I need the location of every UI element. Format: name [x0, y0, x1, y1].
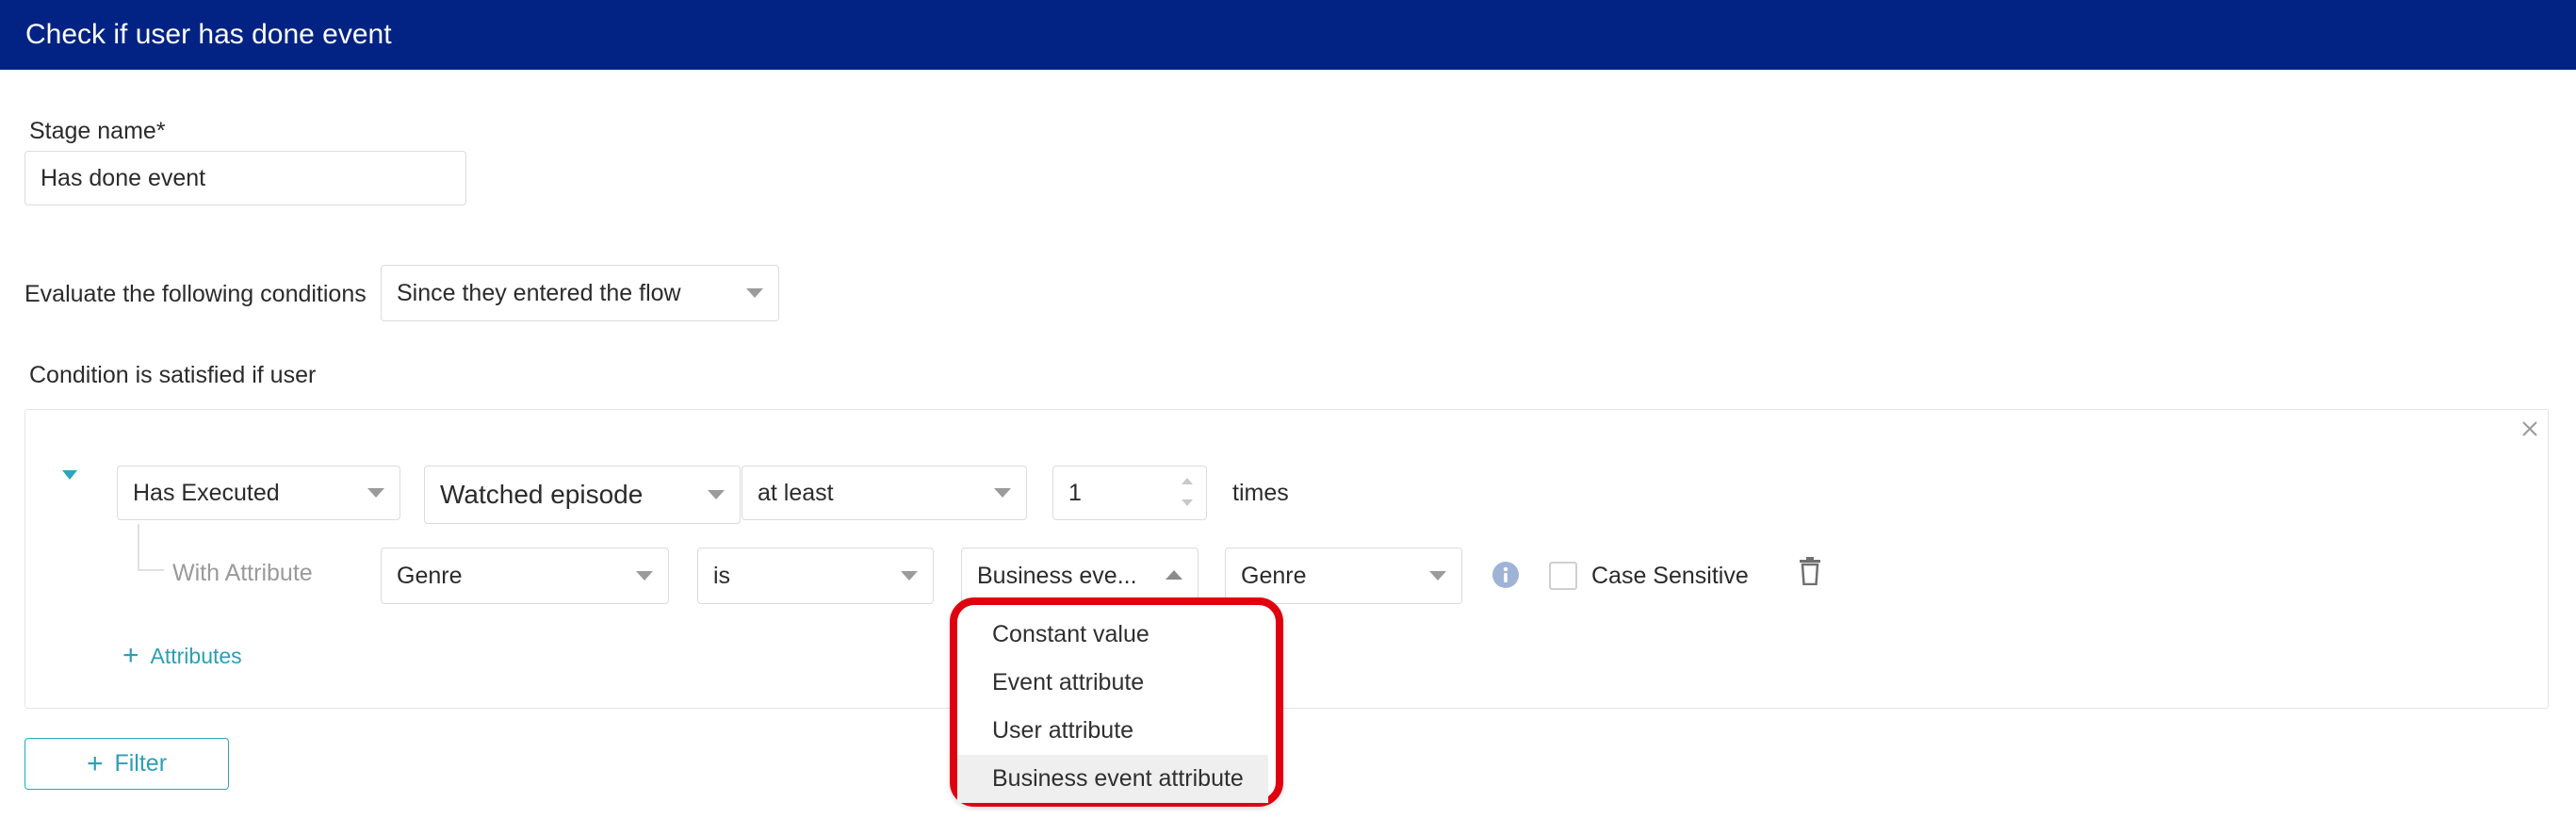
count-value: 1: [1068, 479, 1082, 506]
event-selected-value: Watched episode: [440, 480, 644, 509]
trash-icon[interactable]: [1799, 557, 1821, 585]
tree-connector: [138, 524, 139, 571]
condition-label: Condition is satisfied if user: [29, 362, 317, 388]
dropdown-option-user-attribute[interactable]: User attribute: [957, 707, 1276, 755]
tree-connector: [138, 569, 164, 571]
comparator-value: is: [713, 562, 731, 589]
operator-select[interactable]: at least: [742, 466, 1027, 520]
case-sensitive-label: Case Sensitive: [1591, 563, 1749, 589]
action-selected-value: Has Executed: [133, 479, 280, 506]
attribute-value-select[interactable]: Genre: [1225, 548, 1462, 604]
page-title: Check if user has done event: [25, 19, 392, 50]
chevron-down-icon: [708, 490, 725, 499]
action-select[interactable]: Has Executed: [117, 466, 400, 520]
add-filter-button[interactable]: + Filter: [24, 738, 229, 790]
value-type-value: Business eve...: [977, 562, 1137, 589]
dropdown-option-business-event-attribute[interactable]: Business event attribute: [957, 755, 1268, 803]
chevron-up-icon: [1166, 570, 1182, 580]
event-select[interactable]: Watched episode: [424, 466, 741, 524]
chevron-down-icon: [367, 488, 384, 498]
page-header: Check if user has done event: [0, 0, 2576, 70]
plus-icon: +: [86, 747, 104, 779]
evaluate-select[interactable]: Since they entered the flow: [381, 265, 779, 321]
stage-name-label: Stage name*: [29, 118, 166, 144]
evaluate-label: Evaluate the following conditions: [24, 281, 367, 307]
stage-name-value: Has done event: [41, 164, 206, 191]
add-attributes-label: Attributes: [150, 643, 242, 668]
add-attributes-button[interactable]: + Attributes: [122, 642, 242, 670]
attribute-name-select[interactable]: Genre: [381, 548, 669, 604]
value-type-select[interactable]: Business eve...: [961, 548, 1198, 604]
chevron-down-icon: [994, 488, 1011, 498]
dropdown-option-event-attribute[interactable]: Event attribute: [957, 659, 1276, 707]
plus-icon: +: [122, 640, 139, 671]
count-suffix: times: [1232, 480, 1289, 506]
evaluate-selected-value: Since they entered the flow: [397, 279, 681, 306]
filter-button-label: Filter: [114, 750, 168, 777]
dropdown-option-constant-value[interactable]: Constant value: [957, 611, 1276, 659]
attribute-value-value: Genre: [1241, 562, 1307, 589]
chevron-down-icon: [746, 288, 763, 298]
close-icon[interactable]: [2521, 420, 2538, 437]
comparator-select[interactable]: is: [697, 548, 934, 604]
value-type-dropdown: Constant value Event attribute User attr…: [950, 597, 1283, 807]
collapse-caret-icon[interactable]: [60, 468, 79, 482]
operator-selected-value: at least: [758, 479, 834, 506]
count-stepper[interactable]: 1: [1052, 466, 1207, 520]
with-attribute-label: With Attribute: [172, 560, 313, 586]
stepper-arrows-icon[interactable]: [1182, 476, 1193, 508]
info-icon[interactable]: [1492, 561, 1520, 589]
chevron-down-icon: [1429, 571, 1446, 581]
case-sensitive-checkbox[interactable]: [1549, 562, 1577, 590]
stage-name-input[interactable]: Has done event: [24, 151, 466, 205]
chevron-down-icon: [636, 571, 653, 581]
attribute-name-value: Genre: [397, 562, 463, 589]
chevron-down-icon: [901, 571, 918, 581]
